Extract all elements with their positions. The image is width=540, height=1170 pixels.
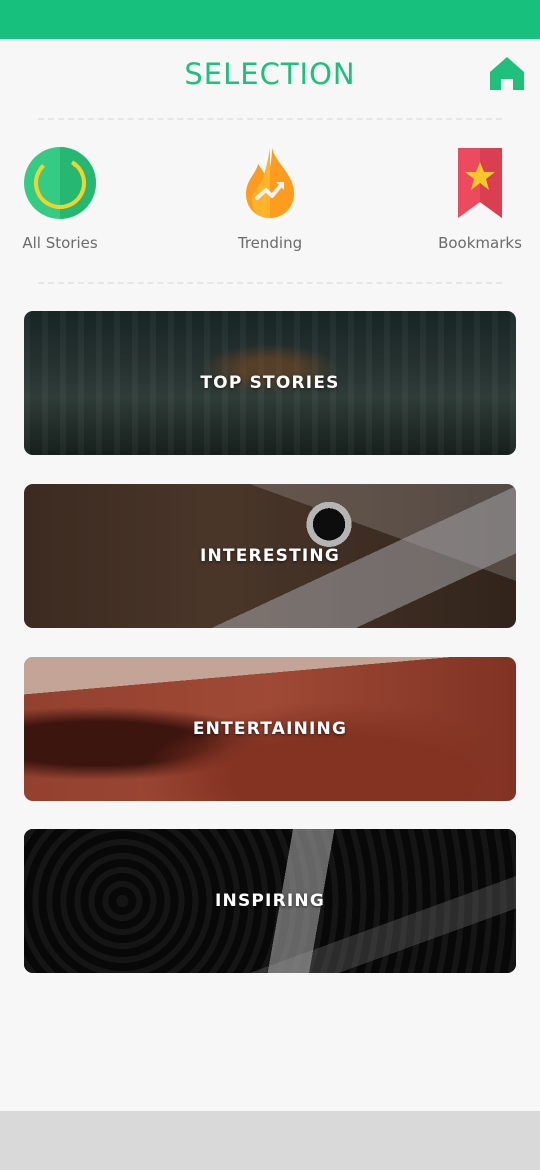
category-label: Trending xyxy=(237,234,303,252)
category-label: Bookmarks xyxy=(438,234,522,252)
card-label: INSPIRING xyxy=(215,891,325,911)
category-bookmarks[interactable]: Bookmarks xyxy=(420,146,540,252)
card-label: ENTERTAINING xyxy=(192,719,348,739)
page-title: SELECTION xyxy=(184,57,356,91)
card-interesting[interactable]: INTERESTING xyxy=(24,484,516,628)
navigation-bar xyxy=(0,1111,540,1170)
category-label: All Stories xyxy=(22,234,98,252)
all-stories-icon xyxy=(24,147,96,219)
home-icon xyxy=(490,57,524,90)
header: SELECTION xyxy=(0,39,540,109)
card-label: INTERESTING xyxy=(199,546,340,566)
bookmark-star-icon xyxy=(458,148,502,218)
card-entertaining[interactable]: ENTERTAINING xyxy=(24,657,516,801)
category-all-stories[interactable]: All Stories xyxy=(0,146,120,252)
status-bar xyxy=(0,0,540,39)
card-inspiring[interactable]: INSPIRING xyxy=(24,829,516,973)
card-top-stories[interactable]: TOP STORIES xyxy=(24,311,516,455)
middle-divider xyxy=(38,282,502,284)
home-button[interactable] xyxy=(488,54,526,92)
trending-flame-icon xyxy=(246,148,294,218)
category-trending[interactable]: Trending xyxy=(210,146,330,252)
top-divider xyxy=(38,118,502,120)
card-label: TOP STORIES xyxy=(200,373,340,393)
